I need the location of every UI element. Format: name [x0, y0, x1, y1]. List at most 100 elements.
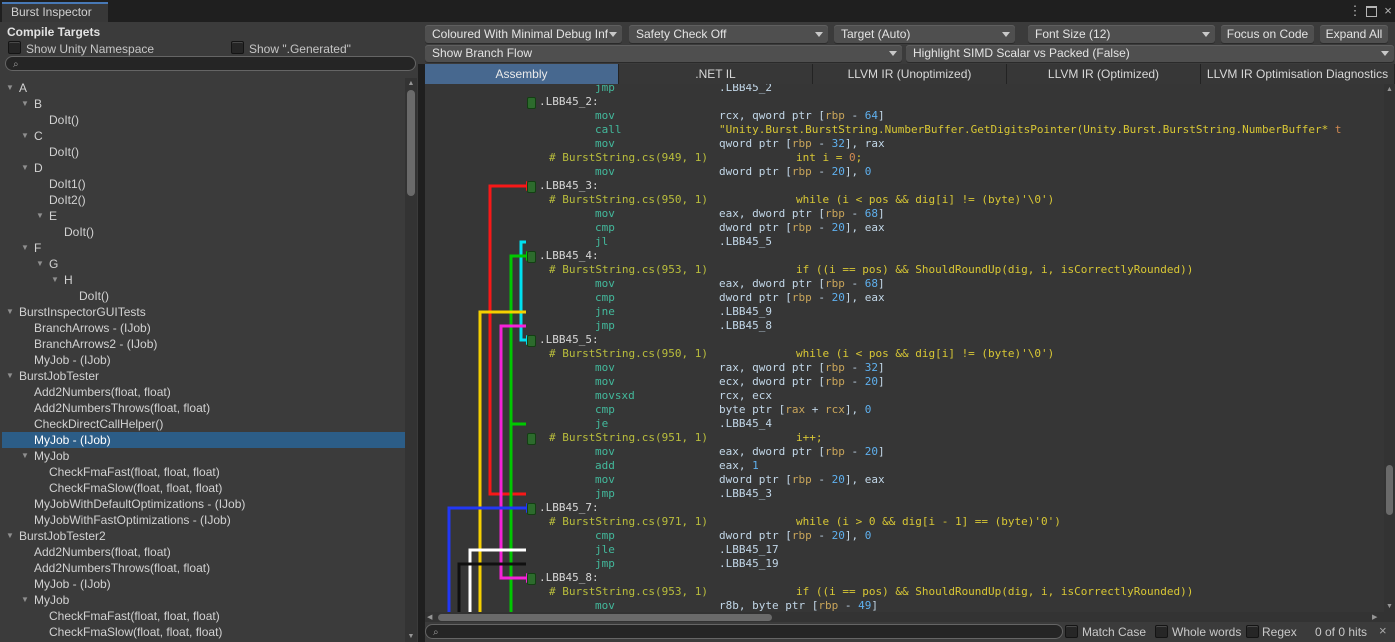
- code-line: # BurstString.cs(949, 1)int i = 0;: [425, 151, 1384, 165]
- regex-checkbox[interactable]: [1246, 625, 1259, 638]
- tree-item-burstjobtester[interactable]: ▼BurstJobTester: [2, 368, 405, 384]
- tree-item-myjobwithdefaultoptimizations-ijob[interactable]: MyJobWithDefaultOptimizations - (IJob): [2, 496, 405, 512]
- tree-item-checkfmafast-float-float-float[interactable]: CheckFmaFast(float, float, float): [2, 608, 405, 624]
- match-case-checkbox[interactable]: [1065, 625, 1078, 638]
- dropdown-label: Show Branch Flow: [425, 45, 888, 62]
- scroll-right-icon[interactable]: ▶: [1372, 613, 1377, 621]
- code-line: .LBB45_2:: [425, 95, 1384, 109]
- foldout-arrow-icon[interactable]: ▼: [21, 448, 29, 464]
- maximize-icon[interactable]: [1363, 3, 1379, 19]
- scroll-up-icon[interactable]: ▲: [405, 80, 417, 87]
- tree-item-checkfmafast-float-float-float[interactable]: CheckFmaFast(float, float, float): [2, 464, 405, 480]
- tab-assembly[interactable]: Assembly: [425, 64, 619, 84]
- tree-item-doit[interactable]: DoIt(): [2, 144, 405, 160]
- code-line: # BurstString.cs(950, 1)while (i < pos &…: [425, 193, 1384, 207]
- tree-item-brancharrows2-ijob[interactable]: BranchArrows2 - (IJob): [2, 336, 405, 352]
- tree-item-myjob-ijob[interactable]: MyJob - (IJob): [2, 432, 405, 448]
- show-unity-namespace-checkbox[interactable]: [8, 41, 21, 54]
- tree-item-add2numbers-float-float[interactable]: Add2Numbers(float, float): [2, 384, 405, 400]
- scroll-down-icon[interactable]: ▼: [405, 633, 417, 640]
- tab-net-il[interactable]: .NET IL: [619, 64, 813, 84]
- whole-words-checkbox[interactable]: [1155, 625, 1168, 638]
- code-vscroll-thumb[interactable]: [1386, 465, 1393, 515]
- tree-item-checkfmaslow-float-float-float[interactable]: CheckFmaSlow(float, float, float): [2, 624, 405, 640]
- foldout-arrow-icon[interactable]: ▼: [6, 528, 14, 544]
- tree-item-add2numbers-float-float[interactable]: Add2Numbers(float, float): [2, 544, 405, 560]
- assembly-code-view: jmp.LBB45_2.LBB45_2:movrcx, qword ptr [r…: [425, 84, 1384, 612]
- tree-item-add2numbersthrows-float-float[interactable]: Add2NumbersThrows(float, float): [2, 400, 405, 416]
- tree-item-label: MyJob: [34, 592, 69, 608]
- code-line: jne.LBB45_9: [425, 305, 1384, 319]
- tab-llvm-ir-unoptimized[interactable]: LLVM IR (Unoptimized): [813, 64, 1007, 84]
- focus-on-code-button[interactable]: Focus on Code: [1221, 25, 1314, 43]
- code-line: movecx, dword ptr [rbp - 20]: [425, 375, 1384, 389]
- highlight-simd-dropdown[interactable]: Highlight SIMD Scalar vs Packed (False): [906, 45, 1394, 62]
- tree-item-doit[interactable]: DoIt(): [2, 288, 405, 304]
- tab-llvm-ir-optimized[interactable]: LLVM IR (Optimized): [1007, 64, 1201, 84]
- scroll-down-icon[interactable]: ▼: [1384, 603, 1395, 610]
- code-line: moveax, dword ptr [rbp - 68]: [425, 277, 1384, 291]
- tab-llvm-ir-optimisation-diagnostics[interactable]: LLVM IR Optimisation Diagnostics: [1201, 64, 1395, 84]
- dropdown-label: Target (Auto): [834, 25, 1001, 43]
- find-input[interactable]: ⌕: [425, 624, 1063, 639]
- debug-info-dropdown[interactable]: Coloured With Minimal Debug Info: [425, 25, 622, 43]
- tree-item-doit2[interactable]: DoIt2(): [2, 192, 405, 208]
- foldout-arrow-icon[interactable]: ▼: [21, 160, 29, 176]
- tree-item-f[interactable]: ▼F: [2, 240, 405, 256]
- kebab-menu-icon[interactable]: ⋮: [1347, 3, 1363, 19]
- tree-item-myjob[interactable]: ▼ MyJob: [2, 592, 405, 608]
- tree-item-brancharrows-ijob[interactable]: BranchArrows - (IJob): [2, 320, 405, 336]
- foldout-arrow-icon[interactable]: ▼: [36, 256, 44, 272]
- tree-scrollbar-thumb[interactable]: [407, 90, 415, 196]
- tree-item-d[interactable]: ▼D: [2, 160, 405, 176]
- tree-item-myjob-ijob[interactable]: MyJob - (IJob): [2, 352, 405, 368]
- inspector-toolbar: Coloured With Minimal Debug Info Safety …: [418, 22, 1395, 64]
- tree-item-checkfmaslow-float-float-float[interactable]: CheckFmaSlow(float, float, float): [2, 480, 405, 496]
- tree-item-checkdirectcallhelper[interactable]: CheckDirectCallHelper(): [2, 416, 405, 432]
- foldout-arrow-icon[interactable]: ▼: [21, 128, 29, 144]
- tree-item-myjob-ijob[interactable]: MyJob - (IJob): [2, 576, 405, 592]
- tree-scrollbar[interactable]: ▲ ▼: [405, 78, 417, 642]
- foldout-arrow-icon[interactable]: ▼: [21, 96, 29, 112]
- scroll-up-icon[interactable]: ▲: [1384, 86, 1395, 93]
- tree-item-a[interactable]: ▼A: [2, 80, 405, 96]
- close-icon[interactable]: ×: [1379, 623, 1387, 638]
- window-tab-burst-inspector[interactable]: Burst Inspector: [2, 2, 108, 22]
- foldout-arrow-icon[interactable]: ▼: [6, 304, 14, 320]
- targets-search-input[interactable]: ⌕: [5, 56, 416, 71]
- tree-item-myjobwithfastoptimizations-ijob[interactable]: MyJobWithFastOptimizations - (IJob): [2, 512, 405, 528]
- scroll-left-icon[interactable]: ◀: [427, 613, 432, 621]
- tree-item-doit[interactable]: DoIt(): [2, 112, 405, 128]
- tree-item-c[interactable]: ▼C: [2, 128, 405, 144]
- tree-item-h[interactable]: ▼H: [2, 272, 405, 288]
- tree-item-doit1[interactable]: DoIt1(): [2, 176, 405, 192]
- code-hscroll-thumb[interactable]: [438, 614, 772, 621]
- expand-all-button[interactable]: Expand All: [1320, 25, 1388, 43]
- tree-item-e[interactable]: ▼E: [2, 208, 405, 224]
- tree-item-b[interactable]: ▼B: [2, 96, 405, 112]
- branch-flow-dropdown[interactable]: Show Branch Flow: [425, 45, 902, 62]
- foldout-arrow-icon[interactable]: ▼: [6, 80, 14, 96]
- safety-check-dropdown[interactable]: Safety Check Off: [629, 25, 828, 43]
- tree-item-add2numbersthrows-float-float[interactable]: Add2NumbersThrows(float, float): [2, 560, 405, 576]
- tree-item-burstjobtester2[interactable]: ▼BurstJobTester2: [2, 528, 405, 544]
- tree-item-myjob[interactable]: ▼MyJob: [2, 448, 405, 464]
- tree-item-g[interactable]: ▼G: [2, 256, 405, 272]
- code-line: movrcx, qword ptr [rbp - 64]: [425, 109, 1384, 123]
- show-generated-checkbox[interactable]: [231, 41, 244, 54]
- foldout-arrow-icon[interactable]: ▼: [21, 240, 29, 256]
- foldout-arrow-icon[interactable]: ▼: [6, 368, 14, 384]
- tree-item-doit[interactable]: DoIt(): [2, 224, 405, 240]
- foldout-arrow-icon[interactable]: ▼: [21, 592, 29, 608]
- code-line: movdword ptr [rbp - 20], eax: [425, 473, 1384, 487]
- regex-label: Regex: [1262, 625, 1297, 639]
- code-vertical-scrollbar[interactable]: ▲ ▼: [1384, 84, 1395, 612]
- font-size-dropdown[interactable]: Font Size (12): [1028, 25, 1215, 43]
- tree-item-label: DoIt(): [64, 224, 94, 240]
- close-icon[interactable]: ×: [1380, 3, 1395, 19]
- tree-item-burstinspectorguitests[interactable]: ▼BurstInspectorGUITests: [2, 304, 405, 320]
- code-horizontal-scrollbar[interactable]: ◀ ▶: [425, 612, 1384, 622]
- foldout-arrow-icon[interactable]: ▼: [51, 272, 59, 288]
- foldout-arrow-icon[interactable]: ▼: [36, 208, 44, 224]
- target-dropdown[interactable]: Target (Auto): [834, 25, 1015, 43]
